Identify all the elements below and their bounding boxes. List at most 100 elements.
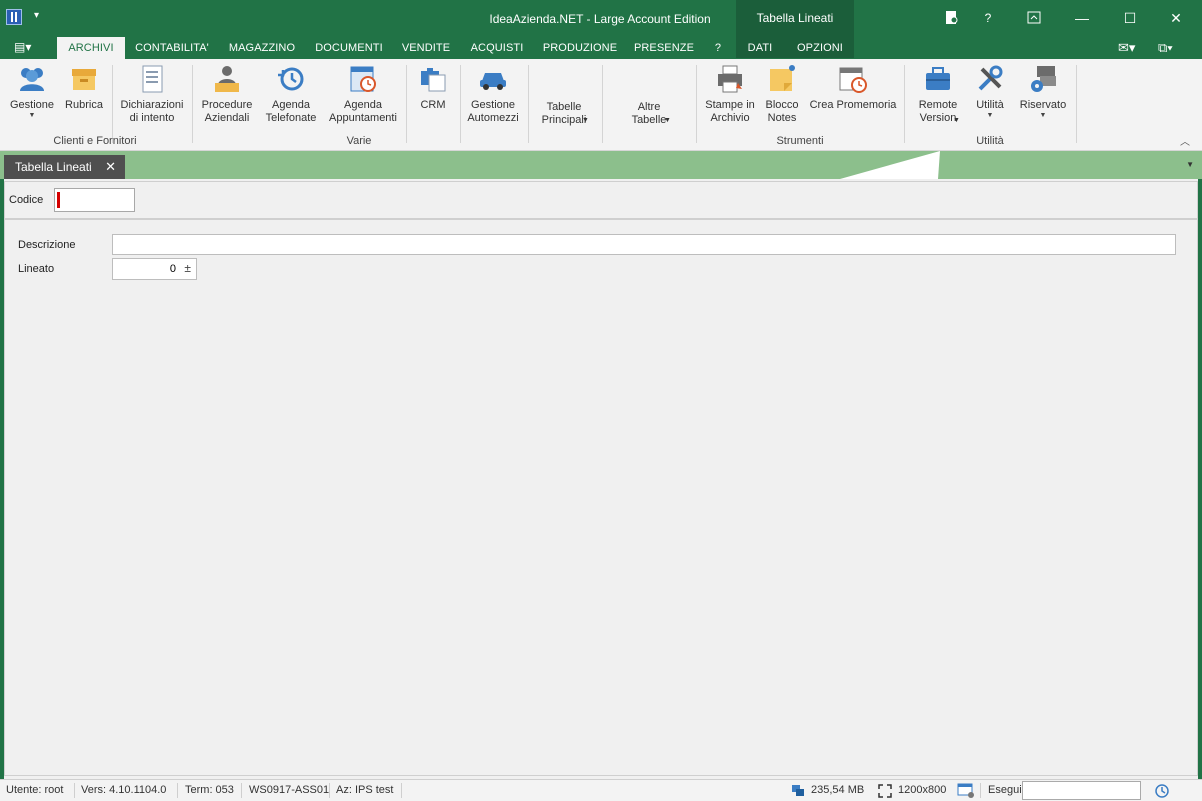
altre-tabelle-caret-icon: ▼ bbox=[664, 117, 671, 124]
status-bar: Utente: root Vers: 4.10.1104.0 Term: 053… bbox=[0, 779, 1202, 801]
esegui-label: Esegui bbox=[988, 784, 1022, 796]
status-workstation: WS0917-ASS01 bbox=[249, 784, 330, 796]
ribbon-separator bbox=[602, 65, 603, 143]
ribbon-separator bbox=[192, 65, 193, 143]
person-desk-icon bbox=[215, 66, 239, 92]
ribbon-tabs: ▤▾ ARCHIVI CONTABILITA' MAGAZZINO DOCUME… bbox=[0, 37, 1202, 59]
tab-dati[interactable]: DATI bbox=[740, 37, 780, 59]
gestione-automezzi-button[interactable]: Gestione Automezzi bbox=[464, 63, 522, 125]
history-icon bbox=[278, 67, 304, 91]
status-separator bbox=[241, 783, 242, 798]
ribbon-separator bbox=[406, 65, 407, 143]
minimize-button[interactable]: — bbox=[1068, 6, 1096, 30]
settings-windows-icon bbox=[1031, 66, 1056, 92]
status-separator bbox=[980, 783, 981, 798]
ribbon-separator bbox=[1076, 65, 1077, 143]
users-icon bbox=[20, 68, 44, 91]
tab-documenti[interactable]: DOCUMENTI bbox=[310, 37, 388, 59]
tab-produzione[interactable]: PRODUZIONE bbox=[540, 37, 620, 59]
reminder-icon bbox=[839, 67, 867, 93]
document-icon bbox=[142, 65, 163, 93]
calendar-clock-icon bbox=[350, 66, 376, 92]
tab-opzioni[interactable]: OPZIONI bbox=[790, 37, 850, 59]
briefcase-icon bbox=[926, 67, 950, 90]
code-panel bbox=[4, 181, 1198, 219]
ribbon-separator bbox=[112, 65, 113, 143]
blocco-notes-button[interactable]: Blocco Notes bbox=[762, 63, 802, 125]
tab-vendite[interactable]: VENDITE bbox=[396, 37, 456, 59]
printer-icon bbox=[718, 65, 742, 93]
car-icon bbox=[480, 73, 506, 90]
tools-icon bbox=[978, 65, 1003, 91]
status-memory: 235,54 MB bbox=[811, 784, 865, 796]
mail-icon[interactable]: ✉▾ bbox=[1118, 40, 1135, 56]
codice-field[interactable] bbox=[54, 188, 135, 212]
crea-promemoria-button[interactable]: Crea Promemoria bbox=[808, 63, 898, 112]
tab-acquisti[interactable]: ACQUISTI bbox=[464, 37, 530, 59]
detail-panel bbox=[4, 219, 1198, 776]
esegui-input[interactable] bbox=[1022, 781, 1141, 800]
status-versione: Vers: 4.10.1104.0 bbox=[81, 784, 167, 796]
maximize-button[interactable]: ☐ bbox=[1116, 6, 1144, 30]
windows-layout-icon[interactable]: ⧉▾ bbox=[1158, 40, 1173, 56]
agenda-telefonate-button[interactable]: Agenda Telefonate bbox=[262, 63, 320, 125]
ribbon-display-options-icon[interactable] bbox=[1027, 11, 1041, 24]
tab-list-dropdown-icon[interactable]: ▼ bbox=[1186, 160, 1194, 169]
ribbon-panel: Gestione ▼ Rubrica Dichiarazioni di inten… bbox=[0, 59, 1202, 151]
descrizione-input[interactable] bbox=[113, 235, 1175, 254]
codice-label: Codice bbox=[9, 194, 44, 206]
tab-contabilita[interactable]: CONTABILITA' bbox=[130, 37, 214, 59]
document-tab-strip: Tabella Lineati ✕ ▼ bbox=[0, 151, 1202, 179]
riservato-button[interactable]: Riservato ▼ bbox=[1016, 63, 1070, 120]
group-utilita: Utilità bbox=[976, 135, 1004, 147]
utilita-button[interactable]: Utilità ▼ bbox=[970, 63, 1010, 120]
tab-archivi[interactable]: ARCHIVI bbox=[57, 37, 125, 59]
file-menu-icon[interactable]: ▤▾ bbox=[14, 40, 42, 56]
ribbon-separator bbox=[528, 65, 529, 143]
app-icon[interactable] bbox=[6, 9, 22, 25]
close-button[interactable]: ✕ bbox=[1162, 6, 1190, 30]
descrizione-field[interactable] bbox=[112, 234, 1176, 255]
dichiarazioni-intento-button[interactable]: Dichiarazioni di intento bbox=[118, 63, 186, 125]
stampe-archivio-button[interactable]: Stampe in Archivio bbox=[702, 63, 758, 125]
status-separator bbox=[177, 783, 178, 798]
ribbon-separator bbox=[460, 65, 461, 143]
rubrica-button[interactable]: Rubrica bbox=[62, 63, 106, 112]
codice-input[interactable] bbox=[55, 189, 134, 211]
close-tab-icon[interactable]: ✕ bbox=[105, 155, 116, 179]
procedure-aziendali-button[interactable]: Procedure Aziendali bbox=[198, 63, 256, 125]
status-separator bbox=[329, 783, 330, 798]
window-title: IdeaAzienda.NET - Large Account Edition bbox=[489, 12, 711, 26]
status-utente: Utente: root bbox=[6, 784, 64, 796]
quick-access-dropdown-icon[interactable]: ▾ bbox=[34, 10, 39, 21]
lineato-field[interactable]: ± bbox=[112, 258, 197, 280]
agenda-appuntamenti-button[interactable]: Agenda Appuntamenti bbox=[326, 63, 400, 125]
title-bar: ▾ IdeaAzienda.NET - Large Account Editio… bbox=[0, 0, 1202, 58]
status-resolution: 1200x800 bbox=[898, 784, 947, 796]
user-document-icon[interactable] bbox=[945, 10, 959, 26]
tabelle-principali-caret-icon: ▼ bbox=[582, 117, 589, 124]
ribbon-separator bbox=[904, 65, 905, 143]
tab-magazzino[interactable]: MAGAZZINO bbox=[223, 37, 301, 59]
context-tab-group-title: Tabella Lineati bbox=[756, 11, 834, 25]
help-button[interactable]: ? bbox=[974, 6, 1002, 30]
window-settings-icon[interactable] bbox=[957, 783, 975, 799]
group-strumenti: Strumenti bbox=[776, 135, 824, 147]
status-azienda: Az: IPS test bbox=[336, 784, 394, 796]
sticky-note-icon bbox=[770, 65, 795, 91]
crm-button[interactable]: CRM bbox=[412, 63, 454, 112]
doc-tab-label: Tabella Lineati bbox=[15, 160, 92, 174]
ribbon-separator bbox=[696, 65, 697, 143]
gestione-button[interactable]: Gestione ▼ bbox=[6, 63, 58, 120]
status-separator bbox=[401, 783, 402, 798]
fullscreen-icon[interactable] bbox=[878, 784, 892, 798]
remote-version-caret-icon: ▼ bbox=[953, 117, 960, 124]
doc-tab-tabella-lineati[interactable]: Tabella Lineati ✕ bbox=[4, 155, 125, 179]
spin-button-icon[interactable]: ± bbox=[184, 261, 191, 275]
lineato-label: Lineato bbox=[18, 263, 55, 275]
group-clienti-fornitori: Clienti e Fornitori bbox=[53, 135, 137, 147]
tab-help[interactable]: ? bbox=[708, 37, 728, 59]
tab-presenze[interactable]: PRESENZE bbox=[631, 37, 697, 59]
collapse-ribbon-icon[interactable]: ︿ bbox=[1180, 133, 1190, 148]
clock-refresh-icon[interactable] bbox=[1154, 783, 1170, 799]
